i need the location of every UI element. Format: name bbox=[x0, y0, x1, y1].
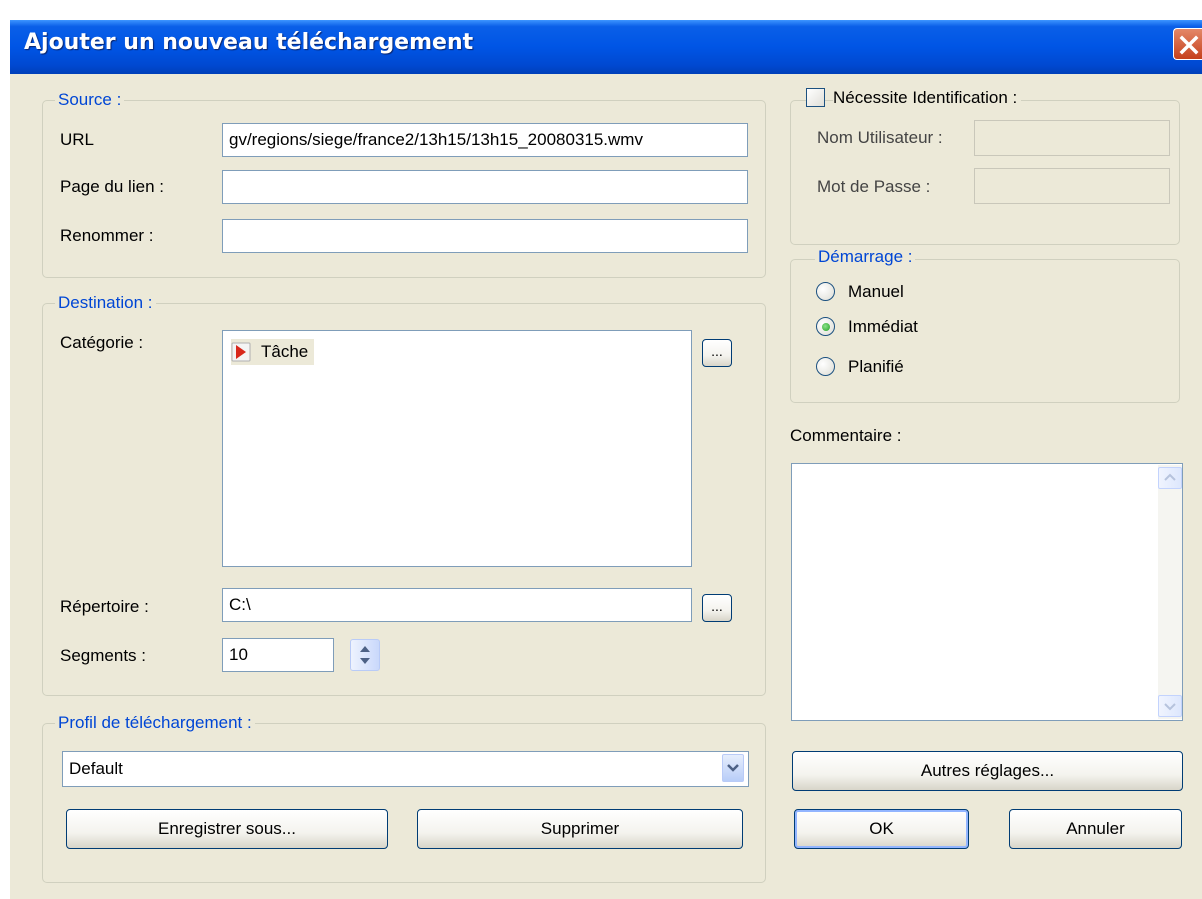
directory-browse-button[interactable]: ... bbox=[702, 594, 732, 622]
source-legend: Source : bbox=[55, 90, 125, 110]
startup-manual-radio[interactable] bbox=[816, 282, 835, 301]
url-label: URL bbox=[60, 130, 95, 149]
comment-label: Commentaire : bbox=[790, 426, 902, 445]
scroll-down-button[interactable] bbox=[1158, 695, 1182, 717]
password-input[interactable] bbox=[974, 168, 1170, 204]
chevron-up-icon bbox=[1164, 473, 1176, 481]
chevron-down-icon bbox=[1164, 703, 1176, 711]
cancel-button[interactable]: Annuler bbox=[1009, 809, 1182, 849]
ok-button[interactable]: OK bbox=[794, 809, 969, 849]
page-link-input[interactable] bbox=[222, 170, 748, 204]
startup-immediate-radio[interactable] bbox=[816, 317, 835, 336]
profile-selected-value: Default bbox=[69, 759, 123, 778]
profile-group bbox=[42, 723, 766, 883]
other-settings-button[interactable]: Autres réglages... bbox=[792, 751, 1183, 791]
comment-scrollbar[interactable] bbox=[1158, 465, 1182, 719]
close-icon bbox=[1179, 35, 1199, 55]
category-label: Catégorie : bbox=[60, 333, 144, 352]
url-input[interactable]: gv/regions/siege/france2/13h15/13h15_200… bbox=[222, 123, 748, 157]
rename-input[interactable] bbox=[222, 219, 748, 253]
list-item[interactable]: Tâche bbox=[231, 339, 315, 365]
requires-auth-label[interactable]: Nécessite Identification : bbox=[833, 87, 1022, 109]
destination-legend: Destination : bbox=[55, 293, 156, 313]
profile-dropdown-button[interactable] bbox=[722, 754, 744, 782]
page-link-label: Page du lien : bbox=[60, 177, 164, 196]
scroll-up-button[interactable] bbox=[1158, 467, 1182, 489]
profile-select[interactable]: Default bbox=[62, 751, 749, 787]
startup-immediate-label[interactable]: Immédiat bbox=[848, 316, 918, 338]
password-label: Mot de Passe : bbox=[817, 177, 931, 196]
close-button[interactable] bbox=[1173, 28, 1202, 60]
radio-selected-dot bbox=[822, 323, 830, 331]
segments-spinner[interactable] bbox=[350, 639, 380, 671]
delete-profile-button[interactable]: Supprimer bbox=[417, 809, 743, 849]
category-list[interactable]: Tâche bbox=[222, 330, 692, 567]
segments-label: Segments : bbox=[60, 646, 146, 665]
directory-input[interactable]: C:\ bbox=[222, 588, 692, 622]
add-download-dialog: Ajouter un nouveau téléchargement Source… bbox=[10, 20, 1202, 899]
task-category-icon bbox=[231, 342, 251, 362]
title-bar[interactable]: Ajouter un nouveau téléchargement bbox=[10, 20, 1202, 74]
startup-manual-label[interactable]: Manuel bbox=[848, 281, 904, 303]
username-label: Nom Utilisateur : bbox=[817, 128, 943, 147]
dialog-title: Ajouter un nouveau téléchargement bbox=[24, 30, 474, 55]
startup-legend: Démarrage : bbox=[815, 247, 916, 267]
profile-legend: Profil de téléchargement : bbox=[55, 713, 255, 733]
category-browse-button[interactable]: ... bbox=[702, 339, 732, 367]
save-as-button[interactable]: Enregistrer sous... bbox=[66, 809, 388, 849]
spinner-arrows-icon bbox=[360, 646, 370, 664]
rename-label: Renommer : bbox=[60, 226, 154, 245]
startup-scheduled-radio[interactable] bbox=[816, 357, 835, 376]
username-input[interactable] bbox=[974, 120, 1170, 156]
requires-auth-checkbox[interactable] bbox=[806, 88, 825, 107]
chevron-down-icon bbox=[727, 764, 739, 772]
comment-textarea[interactable] bbox=[791, 463, 1183, 721]
startup-scheduled-label[interactable]: Planifié bbox=[848, 356, 904, 378]
category-item-label: Tâche bbox=[261, 342, 309, 361]
directory-label: Répertoire : bbox=[60, 597, 149, 616]
segments-input[interactable]: 10 bbox=[222, 638, 334, 672]
